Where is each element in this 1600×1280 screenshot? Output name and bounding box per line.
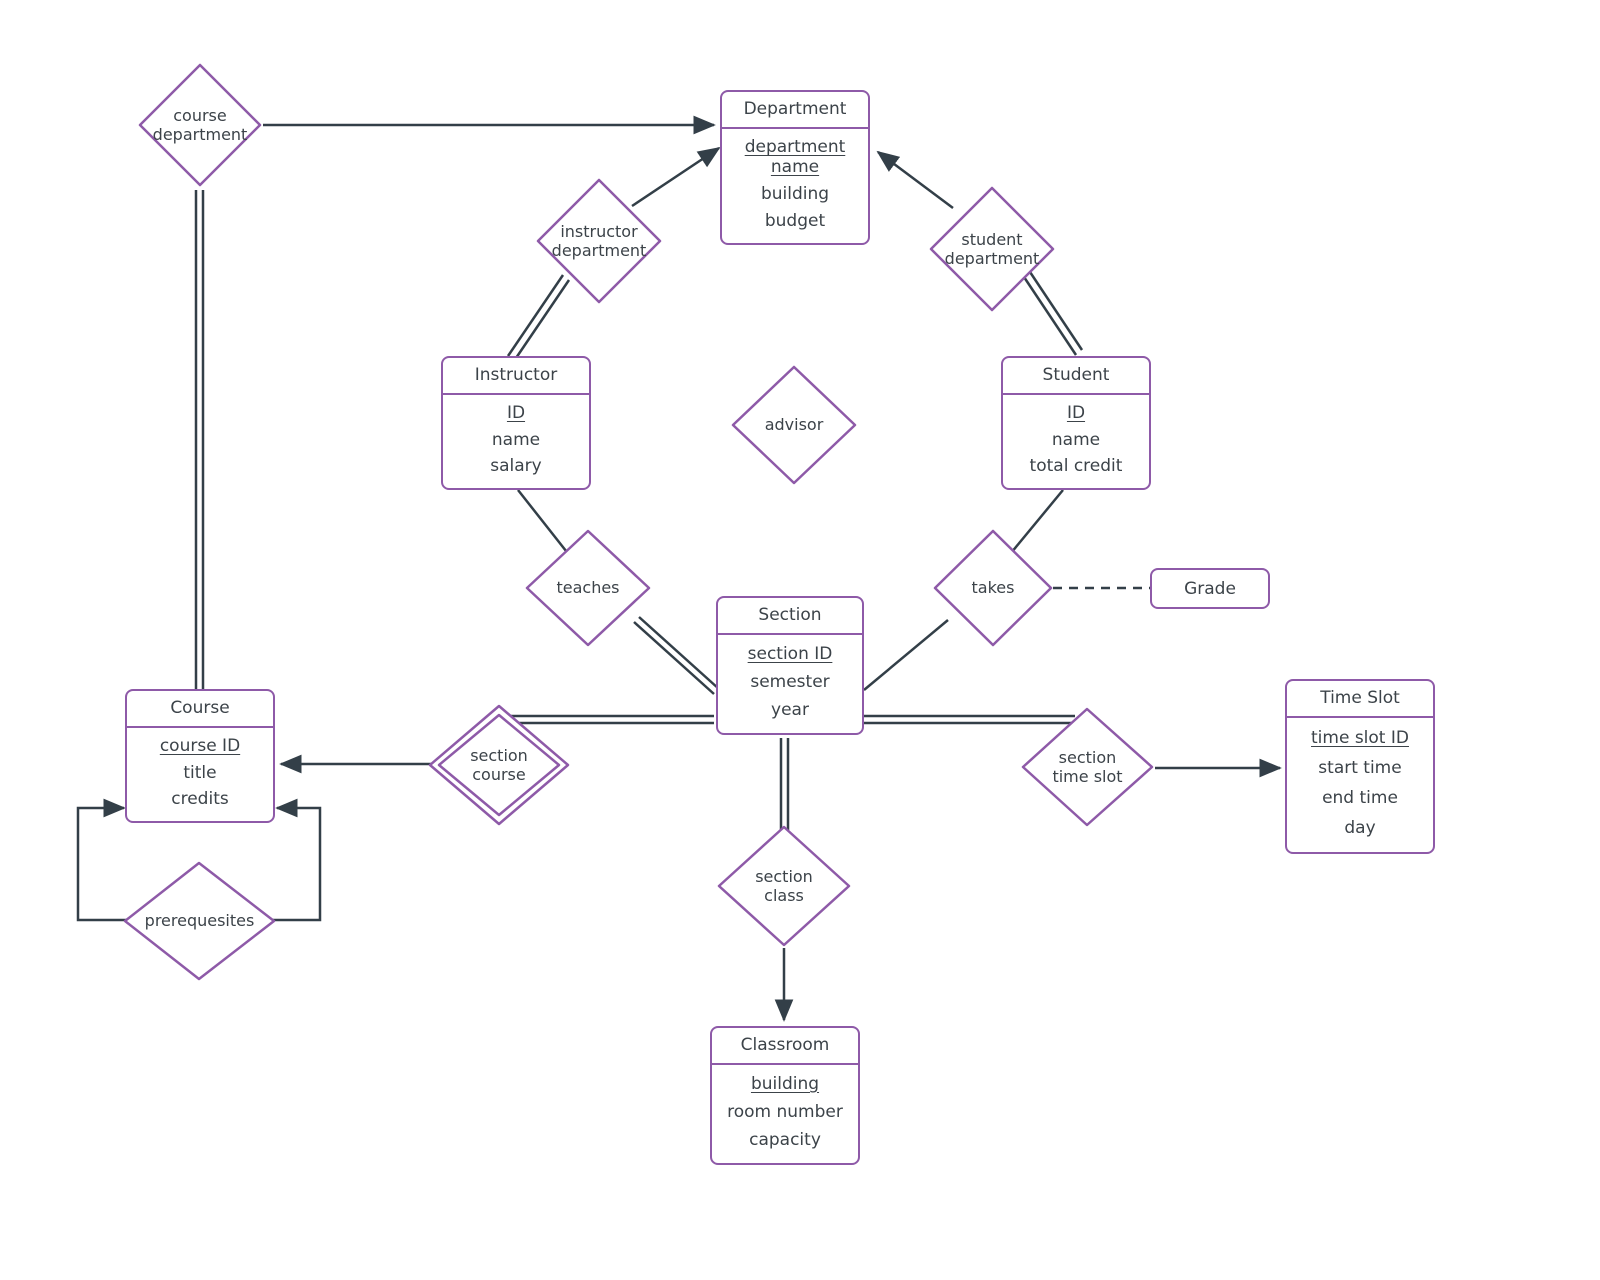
attribute-key: ID [506, 403, 526, 424]
relationship-prerequesites[interactable]: prerequesites [122, 860, 277, 982]
diamond-shape [123, 861, 276, 981]
entity-title: Department [722, 92, 868, 129]
entity-student[interactable]: Student ID name total credit [1001, 356, 1151, 490]
attribute-key: course ID [159, 736, 241, 757]
er-diagram-canvas: Department department name building budg… [0, 0, 1600, 1280]
entity-title: Instructor [443, 358, 589, 395]
attribute: building [760, 183, 830, 204]
entity-classroom[interactable]: Classroom building room number capacity [710, 1026, 860, 1165]
attribute-key: ID [1066, 403, 1086, 424]
diamond-shape [1021, 707, 1154, 827]
entity-title: Section [718, 598, 862, 635]
attribute: start time [1318, 758, 1402, 779]
attribute-box-label: Grade [1184, 578, 1236, 599]
entity-attributes: building room number capacity [712, 1065, 858, 1163]
attribute: credits [171, 789, 229, 809]
relationship-advisor[interactable]: advisor [730, 364, 858, 486]
entity-title: Time Slot [1287, 681, 1433, 718]
relationship-course-department[interactable]: course department [137, 62, 263, 188]
relationship-section-class[interactable]: section class [716, 824, 852, 948]
attribute: title [183, 762, 217, 783]
diamond-shape [138, 63, 262, 187]
attribute: semester [750, 672, 830, 693]
attribute: room number [727, 1102, 843, 1123]
attribute-key: department name [744, 137, 846, 177]
diamond-shape [933, 529, 1053, 647]
entity-title: Student [1003, 358, 1149, 395]
entity-title: Classroom [712, 1028, 858, 1065]
attribute: name [491, 429, 541, 450]
entity-course[interactable]: Course course ID title credits [125, 689, 275, 823]
entity-attributes: course ID title credits [127, 728, 273, 821]
entity-attributes: department name building budget [722, 129, 868, 243]
attribute: total credit [1029, 456, 1123, 476]
attribute-key: time slot ID [1311, 727, 1409, 748]
attribute: capacity [749, 1130, 821, 1151]
relationship-section-time-slot[interactable]: section time slot [1020, 706, 1155, 828]
attribute-key: section ID [747, 643, 833, 664]
entity-section[interactable]: Section section ID semester year [716, 596, 864, 735]
attribute: name [1051, 429, 1101, 450]
diamond-shape [717, 825, 851, 947]
entity-attributes: ID name salary [443, 395, 589, 488]
relationship-takes[interactable]: takes [932, 528, 1054, 648]
diamond-shape [525, 529, 651, 647]
entity-time-slot[interactable]: Time Slot time slot ID start time end ti… [1285, 679, 1435, 854]
attribute-key: building [750, 1073, 820, 1094]
relationship-teaches[interactable]: teaches [524, 528, 652, 648]
attribute: day [1344, 818, 1376, 839]
attribute: salary [490, 456, 542, 476]
entity-attributes: section ID semester year [718, 635, 862, 733]
entity-attributes: time slot ID start time end time day [1287, 718, 1433, 852]
attribute: year [771, 700, 809, 721]
relationship-section-course[interactable]: section course [428, 704, 570, 826]
diamond-shape [731, 365, 857, 485]
entity-department[interactable]: Department department name building budg… [720, 90, 870, 245]
relationship-instructor-department[interactable]: instructor department [535, 177, 663, 305]
attribute: end time [1322, 788, 1398, 809]
diamond-shape-double [428, 704, 570, 826]
entity-title: Course [127, 691, 273, 728]
attribute: budget [764, 210, 826, 231]
line-prereq-course-left [76, 798, 126, 922]
diamond-shape [536, 178, 662, 304]
attribute-box-grade[interactable]: Grade [1150, 568, 1270, 609]
line-prereq-course-right [272, 798, 322, 922]
entity-attributes: ID name total credit [1003, 395, 1149, 488]
relationship-student-department[interactable]: student department [928, 185, 1056, 313]
diamond-shape [929, 186, 1055, 312]
entity-instructor[interactable]: Instructor ID name salary [441, 356, 591, 490]
